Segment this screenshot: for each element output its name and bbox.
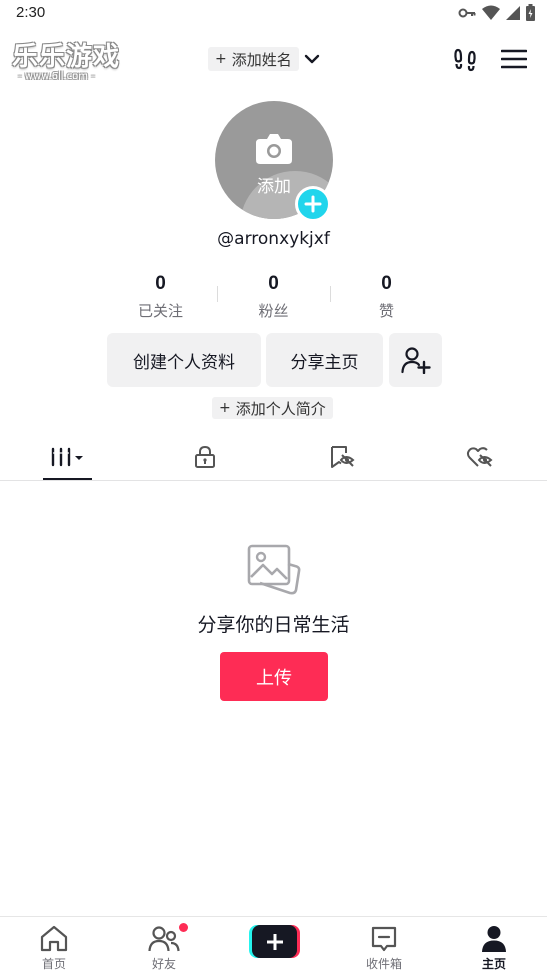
profile-tabs [0,434,547,481]
plus-icon: + [215,51,227,67]
watermark-logo: 乐乐游戏 - www.6ll.com - [12,36,132,86]
upload-button[interactable]: 上传 [220,652,328,701]
tab-private[interactable] [181,434,229,480]
profile-stats: 0 已关注 0 粉丝 0 赞 [104,272,444,322]
bookmark-hidden-icon [331,446,355,468]
inbox-icon [371,926,397,952]
videos-grid-icon [51,447,83,467]
menu-icon[interactable] [501,49,527,69]
tab-active-indicator [43,478,92,480]
nav-profile[interactable]: 主页 [444,917,544,975]
notification-dot [179,923,188,932]
stat-likes-count: 0 [381,273,392,294]
nav-friends-label: 好友 [151,957,176,971]
tab-liked[interactable] [456,434,504,480]
status-icons [458,4,535,21]
add-user-icon [400,347,431,374]
add-name-button[interactable]: + 添加姓名 [208,47,299,71]
username: @arronxykjxf [217,229,330,249]
nav-home-label: 首页 [41,957,66,971]
battery-charging-icon [526,4,535,21]
profile-icon [482,926,506,952]
stat-likes[interactable]: 0 赞 [330,272,443,321]
status-time: 2:30 [16,4,46,21]
plus-icon [304,195,322,213]
create-plus-icon [266,933,283,950]
plus-icon: + [219,400,231,416]
empty-state-title: 分享你的日常生活 [197,614,350,636]
nav-inbox-label: 收件箱 [365,957,402,971]
add-friend-button[interactable] [389,333,442,387]
photos-icon [247,544,301,595]
nav-profile-label: 主页 [481,957,506,971]
friends-icon [148,926,180,952]
stat-likes-label: 赞 [378,302,394,320]
key-icon [458,8,476,17]
status-bar: 2:30 [0,0,547,28]
nav-friends[interactable]: 好友 [114,917,214,975]
add-bio-label: 添加个人简介 [235,399,326,418]
add-avatar-button[interactable] [295,186,331,222]
add-name-label: 添加姓名 [231,50,292,69]
liked-hidden-icon [466,447,493,467]
nav-home[interactable]: 首页 [4,917,104,975]
home-icon [40,925,68,952]
footprints-icon[interactable] [453,46,479,72]
stat-followers-count: 0 [268,273,279,294]
camera-icon [256,134,292,164]
watermark-title: 乐乐游戏 [12,42,121,72]
add-bio-button[interactable]: + 添加个人简介 [212,397,333,419]
stat-followers-label: 粉丝 [258,302,289,320]
chevron-down-icon[interactable] [303,50,321,68]
share-profile-button[interactable]: 分享主页 [266,333,383,387]
stat-following-count: 0 [155,273,166,294]
wifi-icon [482,5,500,20]
create-profile-button[interactable]: 创建个人资料 [107,333,261,387]
lock-icon [195,445,215,468]
stat-following[interactable]: 0 已关注 [104,272,217,321]
signal-icon [506,5,520,20]
create-button-face [252,925,297,958]
create-button[interactable] [249,925,300,958]
stat-followers[interactable]: 0 粉丝 [217,272,330,321]
nav-inbox[interactable]: 收件箱 [334,917,434,975]
stat-following-label: 已关注 [137,302,183,320]
tab-favorites[interactable] [318,434,366,480]
tab-videos[interactable] [43,434,92,480]
